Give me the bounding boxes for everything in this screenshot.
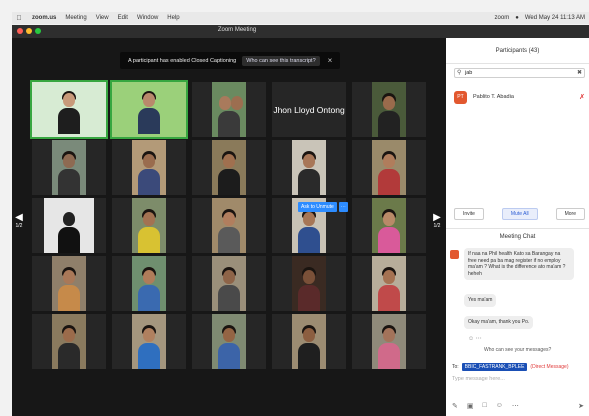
- clear-search-icon[interactable]: ✖: [577, 69, 582, 77]
- video-tile[interactable]: [112, 314, 186, 369]
- participant-name: Pablito T. Abadia: [473, 94, 514, 100]
- screenshot-icon[interactable]: ▣: [467, 402, 474, 410]
- clock[interactable]: Wed May 24 11:13 AM: [525, 15, 585, 21]
- video-tile[interactable]: [112, 140, 186, 195]
- invite-button[interactable]: Invite: [454, 208, 484, 220]
- screen:  zoom.us Meeting View Edit Window Help …: [0, 0, 589, 416]
- message-input[interactable]: Type message here...: [452, 376, 505, 382]
- unmute-request: Ask to Unmute ⋯: [298, 202, 348, 212]
- transcript-link[interactable]: Who can see this transcript?: [242, 55, 320, 66]
- video-tile[interactable]: [32, 256, 106, 311]
- divider: [446, 228, 589, 229]
- mic-muted-icon[interactable]: ✗: [579, 93, 585, 101]
- format-icon[interactable]: ✎: [452, 402, 458, 410]
- video-tile[interactable]: [272, 140, 346, 195]
- participant-actions: Invite Mute All More: [454, 208, 585, 220]
- side-panel: Participants (43) ⚲ jab ✖ PT Pablito T. …: [446, 38, 589, 416]
- more-options-icon[interactable]: ⋯: [338, 202, 348, 212]
- video-tile[interactable]: [192, 82, 266, 137]
- who-can-see-link[interactable]: Who can see your messages?: [484, 347, 551, 353]
- avatar: PT: [454, 90, 467, 104]
- page-indicator-left: 1/2: [15, 223, 23, 229]
- video-tile[interactable]: [32, 314, 106, 369]
- menu-edit[interactable]: Edit: [118, 15, 128, 21]
- video-tile[interactable]: [192, 198, 266, 253]
- video-tile[interactable]: [112, 198, 186, 253]
- participants-title: Participants (43): [446, 38, 589, 64]
- video-tile[interactable]: [192, 256, 266, 311]
- mute-all-button[interactable]: Mute All: [501, 208, 538, 220]
- video-tile[interactable]: [110, 80, 188, 139]
- menu-view[interactable]: View: [96, 15, 109, 21]
- participant-name: Jhon Lloyd Ontong: [273, 104, 345, 115]
- menu-help[interactable]: Help: [167, 15, 179, 21]
- more-button[interactable]: More: [555, 208, 585, 220]
- page-indicator-right: 1/2: [433, 223, 441, 229]
- emoji-icon[interactable]: ☺: [496, 402, 503, 410]
- video-gallery: A participant has enabled Closed Caption…: [12, 38, 446, 416]
- video-tile[interactable]: [352, 256, 426, 311]
- chat-message: If naa na Phil health Kato sa Barangay n…: [464, 248, 574, 280]
- chevron-left-icon: ◀: [15, 212, 23, 223]
- participant-row[interactable]: PT Pablito T. Abadia ✗: [454, 88, 585, 106]
- to-label: To:: [452, 364, 459, 370]
- chat-message: Yes ma'am: [464, 294, 497, 307]
- video-tile[interactable]: [352, 198, 426, 253]
- direct-message-label: (Direct Message): [530, 364, 569, 370]
- video-tile[interactable]: [192, 314, 266, 369]
- window-title: Zoom Meeting: [217, 27, 257, 33]
- avatar: [450, 250, 459, 259]
- previous-page-button[interactable]: ◀ 1/2: [12, 206, 26, 242]
- file-icon[interactable]: □: [483, 402, 487, 410]
- video-tile[interactable]: [272, 256, 346, 311]
- video-tile[interactable]: [352, 140, 426, 195]
- close-icon[interactable]: ×: [328, 56, 333, 65]
- more-icon[interactable]: ⋯: [512, 402, 519, 410]
- next-page-button[interactable]: ▶ 1/2: [430, 206, 444, 242]
- chat-message: Okay ma'am, thank you Po.: [464, 316, 534, 329]
- ask-to-unmute-button[interactable]: Ask to Unmute: [298, 202, 337, 212]
- video-tile[interactable]: [352, 82, 426, 137]
- apple-icon[interactable]: : [15, 15, 23, 22]
- menu-meeting[interactable]: Meeting: [65, 15, 86, 21]
- search-icon: ⚲: [457, 70, 462, 76]
- caption-banner: A participant has enabled Closed Caption…: [120, 52, 340, 69]
- video-tile[interactable]: [272, 314, 346, 369]
- zoom-status-item[interactable]: zoom: [495, 15, 510, 21]
- chat-toolbar: ✎ ▣ □ ☺ ⋯ ➤: [452, 402, 584, 410]
- chevron-right-icon: ▶: [433, 212, 441, 223]
- banner-text: A participant has enabled Closed Caption…: [128, 57, 237, 64]
- menu-window[interactable]: Window: [137, 15, 158, 21]
- participant-search-input[interactable]: ⚲ jab ✖: [454, 68, 585, 78]
- video-tile[interactable]: [32, 140, 106, 195]
- video-tile[interactable]: [112, 256, 186, 311]
- video-tile[interactable]: [30, 80, 108, 139]
- send-icon[interactable]: ➤: [578, 402, 584, 410]
- search-value: jab: [465, 70, 473, 76]
- wifi-icon[interactable]: ●: [515, 15, 519, 21]
- recipient-row: To: BBIC_FASTRANK_BPLEE (Direct Message): [452, 363, 569, 371]
- recipient-select[interactable]: BBIC_FASTRANK_BPLEE: [461, 363, 528, 371]
- window-title-bar: Zoom Meeting: [12, 25, 589, 38]
- menu-app[interactable]: zoom.us: [32, 15, 56, 21]
- message-reactions[interactable]: ☺ ⋯: [468, 335, 482, 342]
- chat-title: Meeting Chat: [499, 234, 536, 240]
- video-tile-named[interactable]: Jhon Lloyd Ontong: [272, 82, 346, 137]
- video-tile[interactable]: [192, 140, 266, 195]
- video-tile[interactable]: [352, 314, 426, 369]
- mac-menu-bar:  zoom.us Meeting View Edit Window Help …: [12, 12, 589, 24]
- video-tile[interactable]: [32, 198, 106, 253]
